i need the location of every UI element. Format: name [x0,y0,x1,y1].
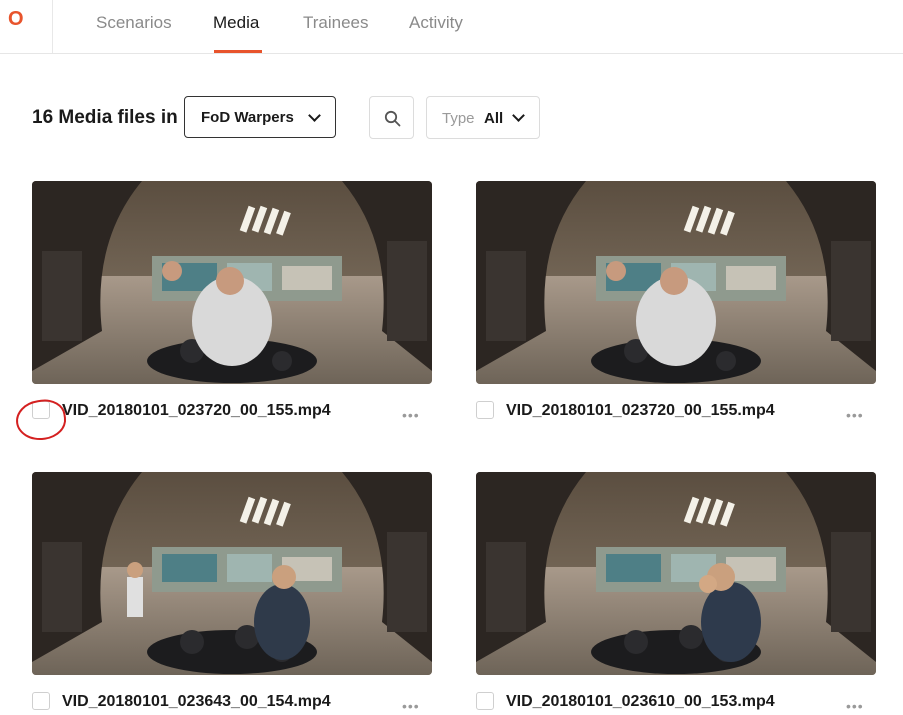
media-filename[interactable]: VID_20180101_023610_00_153.mp4 [506,693,775,711]
select-checkbox[interactable] [476,692,494,710]
nav-divider [52,0,53,53]
media-thumbnail[interactable] [32,472,432,675]
media-filename[interactable]: VID_20180101_023720_00_155.mp4 [62,402,331,420]
media-card[interactable]: VID_20180101_023720_00_155.mp4 ••• [476,181,878,423]
media-filename[interactable]: VID_20180101_023643_00_154.mp4 [62,693,331,711]
tab-media[interactable]: Media [213,13,259,33]
folder-dropdown-value: FoD Warpers [201,109,294,126]
select-checkbox[interactable] [32,692,50,710]
tab-scenarios[interactable]: Scenarios [96,13,172,33]
search-icon [384,110,401,127]
media-card[interactable]: VID_20180101_023610_00_153.mp4 ••• [476,472,878,714]
folder-dropdown[interactable]: FoD Warpers [184,96,336,138]
more-options-button[interactable]: ••• [402,407,420,423]
type-filter-label: Type [442,110,475,127]
more-options-button[interactable]: ••• [402,698,420,714]
media-thumbnail[interactable] [32,181,432,384]
media-count-title: 16 Media files in [32,107,178,128]
select-checkbox[interactable] [476,401,494,419]
type-filter-dropdown[interactable]: Type All [426,96,540,139]
media-thumbnail[interactable] [476,472,876,675]
more-options-button[interactable]: ••• [846,698,864,714]
top-nav: O Scenarios Media Trainees Activity [0,0,903,54]
media-filename[interactable]: VID_20180101_023720_00_155.mp4 [506,402,775,420]
media-card[interactable]: VID_20180101_023720_00_155.mp4 ••• [32,181,434,423]
app-logo[interactable]: O [8,8,24,31]
tab-activity[interactable]: Activity [409,13,463,33]
tab-trainees[interactable]: Trainees [303,13,369,33]
media-thumbnail[interactable] [476,181,876,384]
media-card[interactable]: VID_20180101_023643_00_154.mp4 ••• [32,472,434,714]
more-options-button[interactable]: ••• [846,407,864,423]
active-tab-indicator [214,50,262,53]
type-filter-value: All [484,110,504,127]
chevron-down-icon [308,109,321,122]
chevron-down-icon [512,109,525,122]
search-button[interactable] [369,96,414,139]
